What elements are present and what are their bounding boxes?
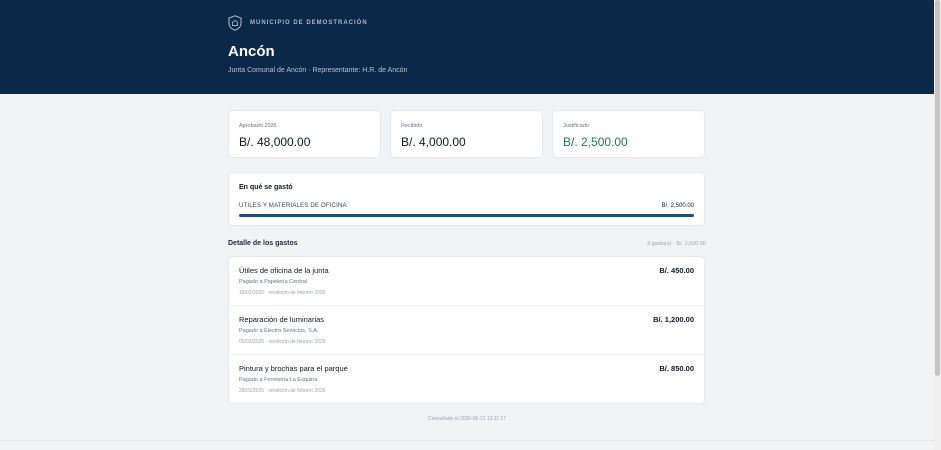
stat-card-received: Recibido B/. 4,000.00 <box>390 110 543 158</box>
stat-value: B/. 2,500.00 <box>563 135 628 149</box>
vertical-scrollbar[interactable] <box>934 0 941 450</box>
stat-value: B/. 48,000.00 <box>239 135 311 149</box>
expense-payee: Pagado a Papelería Central <box>239 279 307 285</box>
page-subtitle: Junta Comunal de Ancón · Representante: … <box>228 67 408 74</box>
expense-list: Útiles de oficina de la junta Pagado a P… <box>228 256 705 404</box>
expense-amount: B/. 850.00 <box>659 364 694 373</box>
stat-label: Recibido <box>401 123 423 129</box>
category-bar-fill <box>239 214 694 217</box>
page-title: Ancón <box>228 43 275 60</box>
expense-payee: Pagado a Ferretería La Esquina <box>239 377 318 383</box>
list-item: Reparación de luminarias Pagado a Electr… <box>229 306 704 355</box>
stat-value: B/. 4,000.00 <box>401 135 466 149</box>
page-header: MUNICIPIO DE DEMOSTRACIÓN Ancón Junta Co… <box>0 0 934 94</box>
details-summary: 3 gasto(s) · B/. 2,500.00 <box>646 241 706 247</box>
stat-label: Aprobado 2026 <box>239 123 277 129</box>
expense-title: Pintura y brochas para el parque <box>239 364 348 373</box>
expense-date: 28/01/2026 · rendición de febrero 2026 <box>239 388 326 394</box>
consulted-timestamp: Consultado el 2026-05-21 12:11:17 <box>427 416 507 422</box>
expense-date: 05/02/2026 · rendición de febrero 2026 <box>239 339 326 345</box>
details-title: Detalle de los gastos <box>228 240 298 247</box>
expense-date: 19/02/2026 · rendición de febrero 2026 <box>239 290 326 296</box>
scrollbar-thumb[interactable] <box>935 0 940 376</box>
brand: MUNICIPIO DE DEMOSTRACIÓN <box>228 15 368 31</box>
expense-amount: B/. 450.00 <box>659 266 694 275</box>
category-bar-track <box>239 214 694 217</box>
spending-card: En qué se gastó UTILES Y MATERIALES DE O… <box>228 172 705 226</box>
expense-payee: Pagado a Electro Servicios, S.A. <box>239 328 319 334</box>
shield-icon <box>228 15 242 31</box>
org-name: MUNICIPIO DE DEMOSTRACIÓN <box>250 20 368 26</box>
list-item: Útiles de oficina de la junta Pagado a P… <box>229 257 704 306</box>
expense-title: Útiles de oficina de la junta <box>239 266 329 275</box>
expense-title: Reparación de luminarias <box>239 315 325 324</box>
spending-title: En qué se gastó <box>239 184 293 191</box>
stat-label: Justificado <box>563 123 589 129</box>
expense-amount: B/. 1,200.00 <box>653 315 694 324</box>
category-amount: B/. 2,500.00 <box>661 203 694 209</box>
stat-card-approved: Aprobado 2026 B/. 48,000.00 <box>228 110 381 158</box>
footer-divider <box>0 440 934 441</box>
list-item: Pintura y brochas para el parque Pagado … <box>229 355 704 404</box>
stat-card-justified: Justificado B/. 2,500.00 <box>552 110 705 158</box>
category-name: UTILES Y MATERIALES DE OFICINA <box>239 203 347 209</box>
